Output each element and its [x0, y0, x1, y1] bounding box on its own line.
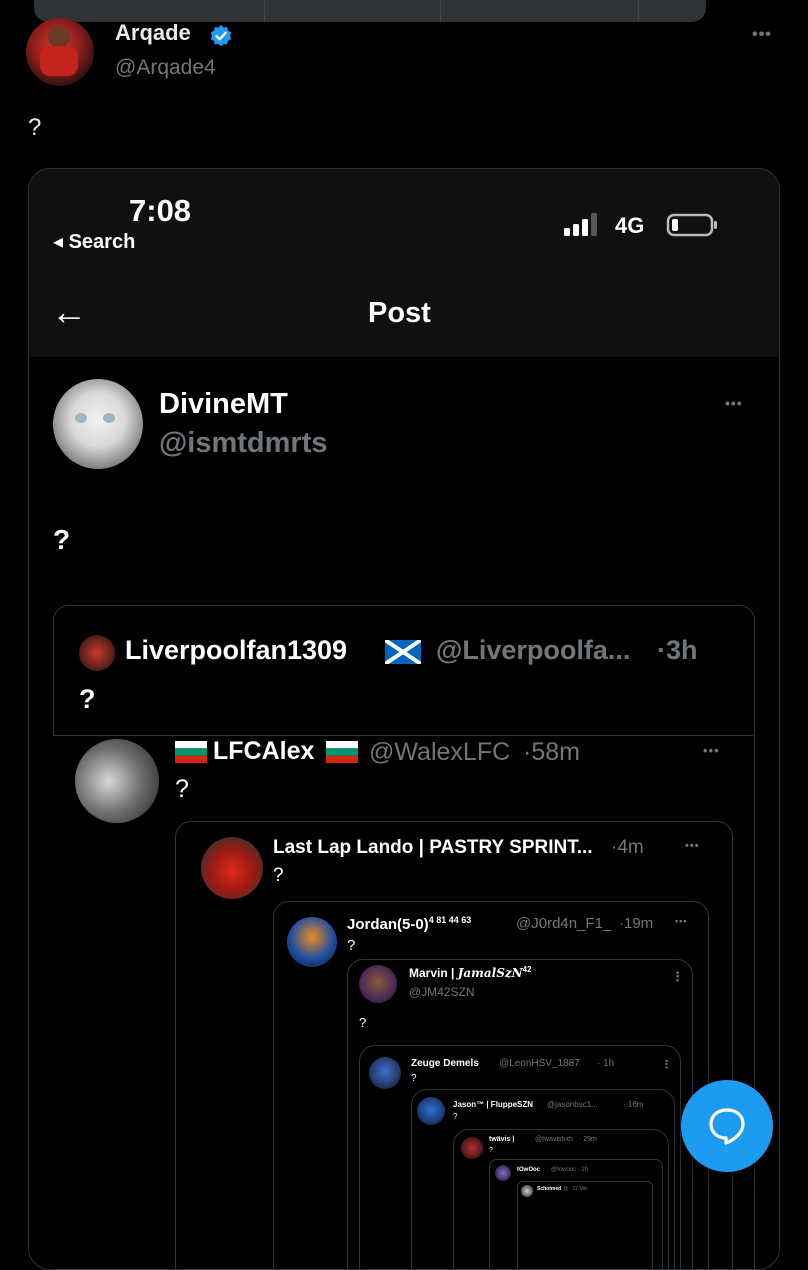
- network-type: 4G: [615, 213, 645, 238]
- quote4-time: ·19m: [619, 915, 654, 932]
- quote4-text: ?: [347, 937, 356, 954]
- compose-reply-button[interactable]: [681, 1080, 773, 1172]
- author-avatar[interactable]: [26, 18, 94, 86]
- status-time: 7:08: [129, 193, 192, 228]
- inner-author-name[interactable]: DivineMT: [159, 388, 288, 421]
- more-icon[interactable]: •••: [752, 26, 772, 44]
- quote2-time: ·58m: [523, 738, 580, 766]
- page-title: Post: [368, 297, 431, 329]
- inner-author-handle[interactable]: @ismtdmrts: [159, 427, 327, 460]
- quote9-handle[interactable]: @towooc · 2h: [551, 1167, 588, 1173]
- quote10-name[interactable]: Schotmed: [537, 1186, 561, 1192]
- inner-post-text: ?: [53, 524, 71, 555]
- verified-badge-icon: [209, 24, 233, 48]
- quote6-text: ?: [411, 1073, 417, 1084]
- quote1-time: ·3h: [657, 635, 698, 665]
- back-arrow-icon[interactable]: ←: [51, 291, 87, 333]
- quote4-name-text: Jordan(5-0): [347, 916, 429, 933]
- battery-icon: [666, 212, 720, 238]
- back-to-search[interactable]: ◂ Search: [53, 229, 135, 254]
- quote9-avatar[interactable]: [495, 1165, 511, 1181]
- quote7-name[interactable]: Jason™ | FluppeSZN: [453, 1100, 533, 1109]
- quote3-text: ?: [273, 865, 284, 886]
- quoted-post-10[interactable]: [517, 1181, 653, 1269]
- scotland-flag-icon: [383, 638, 423, 666]
- bulgaria-flag-icon: [175, 741, 207, 763]
- signal-icon: [563, 211, 603, 237]
- quote2-more-icon[interactable]: •••: [703, 743, 720, 758]
- quote3-time: ·4m: [611, 837, 644, 858]
- quote6-name[interactable]: Zeuge Demels: [411, 1058, 479, 1069]
- quote7-handle[interactable]: @jasonbsc1...: [547, 1100, 598, 1109]
- quote4-name-sup: 4 81 44 63: [428, 915, 472, 925]
- quote6-more-icon[interactable]: ⋮: [661, 1058, 673, 1071]
- top-tab-bar: [34, 0, 706, 22]
- author-handle[interactable]: @Arqade4: [115, 56, 216, 80]
- quote8-text: ?: [489, 1147, 493, 1154]
- quote3-name[interactable]: Last Lap Lando | PASTRY SPRINT...: [273, 837, 593, 859]
- inner-author-avatar[interactable]: [53, 379, 143, 469]
- quote8-avatar[interactable]: [461, 1137, 483, 1159]
- quote5-name[interactable]: Marvin | JamalSzN42: [409, 965, 532, 980]
- quote10-handle[interactable]: @ · 17 Min.: [563, 1186, 589, 1192]
- quote3-avatar[interactable]: [201, 837, 263, 899]
- quote4-handle[interactable]: @J0rd4n_F1_: [516, 915, 611, 932]
- quote9-name[interactable]: tOwOoc: [517, 1167, 540, 1173]
- quote2-name[interactable]: LFCAlex: [213, 737, 314, 766]
- quote10-avatar[interactable]: [521, 1185, 533, 1197]
- quote8-name[interactable]: twävis |: [489, 1136, 514, 1143]
- quote7-time: · 16m: [623, 1100, 644, 1109]
- quote5-name-script: JamalSzN: [457, 966, 523, 980]
- quote5-avatar[interactable]: [359, 965, 397, 1003]
- quote8-handle[interactable]: @twavishxh: [535, 1136, 573, 1143]
- quote7-avatar[interactable]: [417, 1097, 445, 1125]
- compose-reply-icon: [709, 1108, 745, 1145]
- bulgaria-flag-icon: [326, 741, 358, 763]
- quote3-more-icon[interactable]: •••: [685, 840, 700, 852]
- quote7-text: ?: [453, 1112, 458, 1121]
- author-name[interactable]: Arqade: [115, 20, 191, 46]
- quote2-text: ?: [175, 775, 189, 803]
- quote4-avatar[interactable]: [287, 917, 337, 967]
- quote8-time: · 29m: [579, 1136, 597, 1143]
- quote5-name-sup: 42: [522, 965, 532, 974]
- quote1-handle[interactable]: @Liverpoolfa...: [436, 635, 630, 666]
- quote4-more-icon[interactable]: •••: [675, 916, 687, 926]
- quote6-avatar[interactable]: [369, 1057, 401, 1089]
- quote1-name[interactable]: Liverpoolfan1309: [125, 635, 347, 666]
- quote4-name[interactable]: Jordan(5-0)4 81 44 63: [347, 915, 471, 933]
- quote1-avatar[interactable]: [79, 635, 115, 671]
- quote5-handle[interactable]: @JM42SZN: [409, 985, 475, 999]
- post-text: ?: [28, 114, 42, 141]
- quote1-text: ?: [79, 684, 96, 714]
- quote5-name-text: Marvin |: [409, 966, 458, 980]
- quote6-time: · 1h: [597, 1058, 615, 1069]
- quote2-handle[interactable]: @WalexLFC: [369, 738, 510, 767]
- post-image[interactable]: 7:08 ◂ Search 4G ← Post DivineMT @ismtdm…: [28, 168, 780, 1270]
- quote5-text: ?: [359, 1015, 367, 1030]
- quote5-more-icon[interactable]: ⋮: [671, 969, 685, 985]
- inner-more-icon[interactable]: •••: [725, 395, 743, 411]
- quote2-avatar[interactable]: [75, 739, 159, 823]
- quote6-handle[interactable]: @LeonHSV_1887: [499, 1058, 580, 1069]
